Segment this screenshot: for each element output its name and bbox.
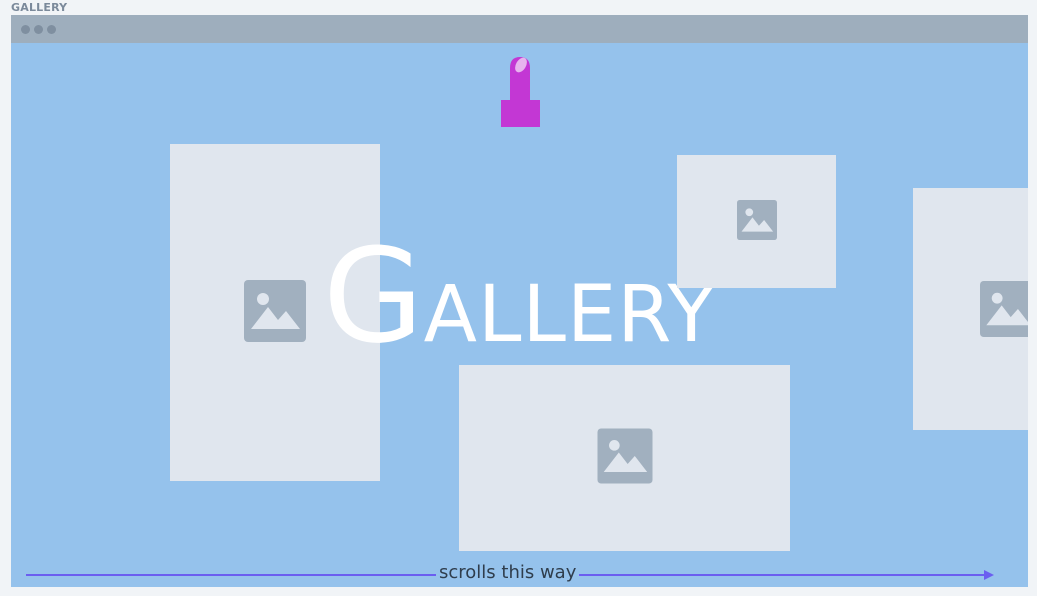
lipstick-icon <box>501 56 541 132</box>
scroll-hint-label: scrolls this way <box>436 562 580 583</box>
title-rest: ALLERY <box>423 270 717 360</box>
gallery-image[interactable] <box>677 155 836 288</box>
window-dot[interactable] <box>21 25 30 34</box>
image-placeholder-icon <box>597 428 652 488</box>
page-label: GALLERY <box>11 1 68 14</box>
window-titlebar <box>11 15 1028 43</box>
gallery-canvas[interactable]: GALLERY scrolls this way <box>11 43 1028 587</box>
window-dot[interactable] <box>34 25 43 34</box>
browser-window: GALLERY scrolls this way <box>11 15 1028 587</box>
image-placeholder-icon <box>736 199 777 244</box>
scroll-hint: scrolls this way <box>26 561 994 587</box>
gallery-image[interactable] <box>459 365 790 551</box>
gallery-title: GALLERY <box>11 231 1028 361</box>
gallery-image[interactable] <box>913 188 1028 430</box>
arrow-right-icon <box>984 570 994 580</box>
window-dot[interactable] <box>47 25 56 34</box>
image-placeholder-icon <box>980 281 1028 341</box>
title-first-letter: G <box>322 220 424 372</box>
